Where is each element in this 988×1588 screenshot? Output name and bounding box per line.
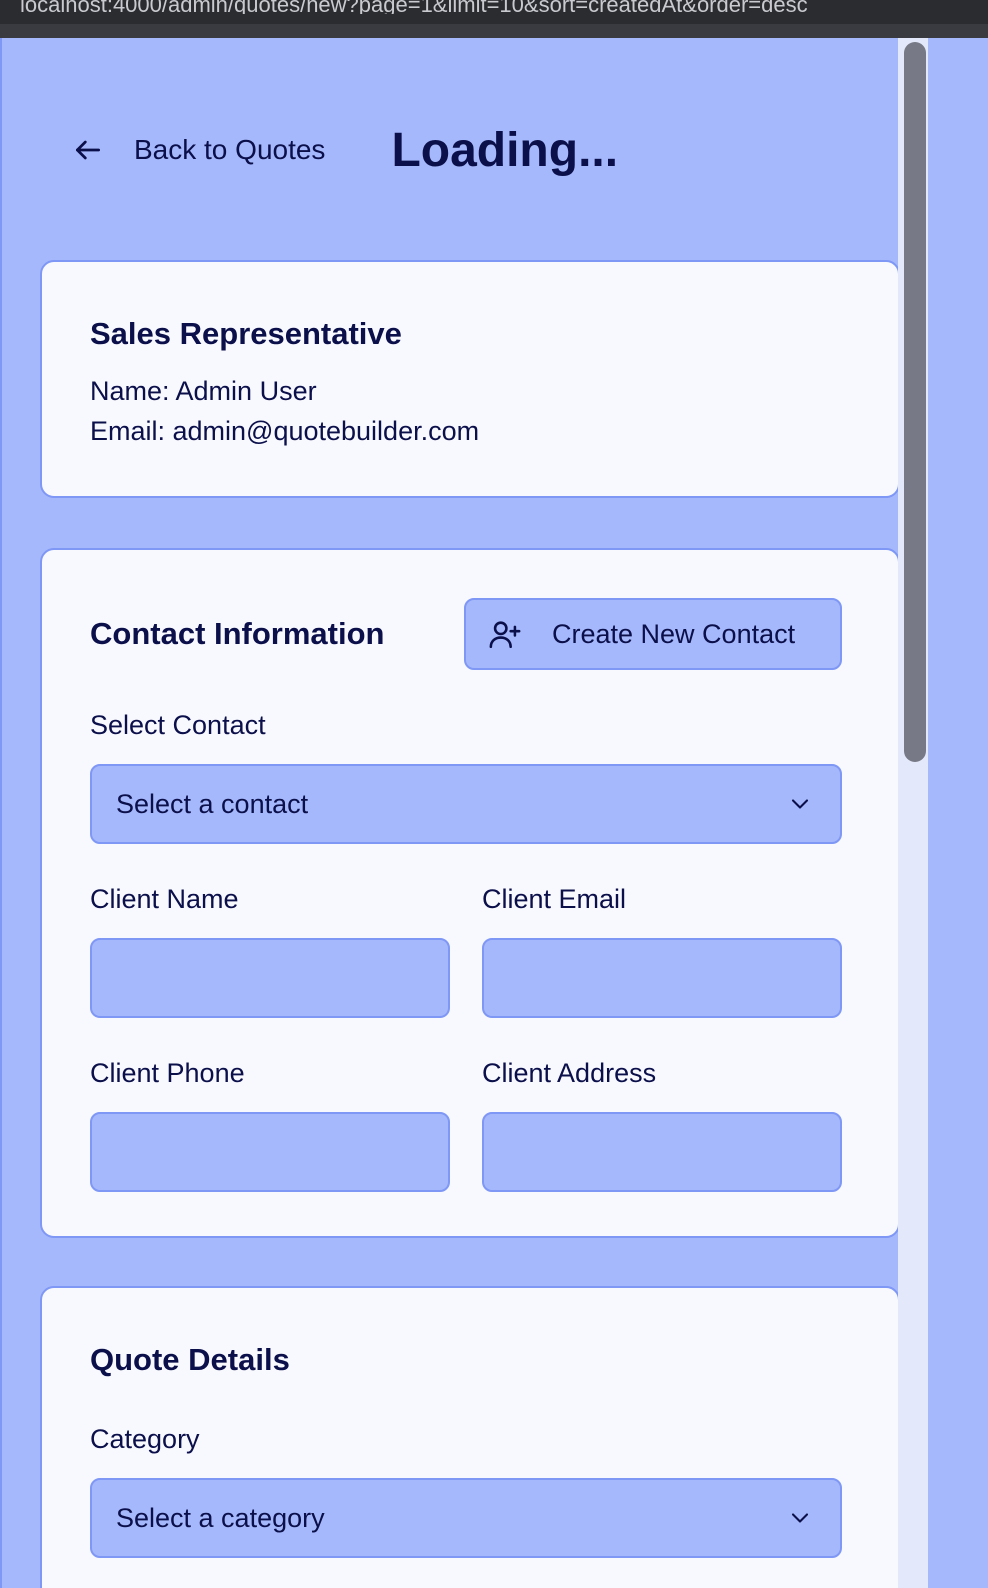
client-address-input[interactable]: [482, 1112, 842, 1192]
page-header: Back to Quotes Loading...: [72, 112, 618, 188]
client-address-label: Client Address: [482, 1058, 657, 1088]
category-value: Select a category: [116, 1502, 325, 1533]
category-label: Category: [90, 1424, 200, 1454]
category-dropdown[interactable]: Select a category: [90, 1478, 842, 1558]
create-new-contact-label: Create New Contact: [552, 618, 796, 649]
sales-representative-title: Sales Representative: [90, 316, 402, 351]
select-contact-dropdown[interactable]: Select a contact: [90, 764, 842, 844]
page-title: Loading...: [391, 123, 619, 177]
sales-rep-name: Name: Admin User: [90, 376, 317, 406]
chevron-down-icon: [791, 1513, 809, 1523]
select-contact-label: Select Contact: [90, 710, 266, 740]
sales-representative-card: Sales Representative Name: Admin User Em…: [40, 260, 898, 498]
client-name-input[interactable]: [90, 938, 450, 1018]
scrollbar-thumb[interactable]: [904, 42, 926, 762]
client-email-label: Client Email: [482, 884, 627, 914]
quote-details-title: Quote Details: [90, 1342, 290, 1377]
quote-details-card: Quote Details Category Select a category: [40, 1286, 898, 1588]
back-to-quotes-label: Back to Quotes: [134, 134, 326, 165]
user-plus-icon: [489, 621, 521, 649]
right-pane: [928, 38, 988, 1588]
browser-strip: [0, 24, 988, 38]
back-to-quotes-link[interactable]: Back to Quotes: [72, 134, 325, 166]
client-name-label: Client Name: [90, 884, 239, 914]
client-phone-label: Client Phone: [90, 1058, 245, 1088]
create-new-contact-button[interactable]: Create New Contact: [464, 598, 842, 670]
select-contact-value: Select a contact: [116, 788, 309, 819]
client-phone-input[interactable]: [90, 1112, 450, 1192]
page-viewport: Back to Quotes Loading... Sales Represen…: [0, 38, 898, 1588]
browser-top-bar: localhost:4000/admin/quotes/new?page=1&l…: [0, 0, 988, 38]
contact-information-card: Contact Information Create New Contact S…: [40, 548, 898, 1238]
sales-rep-email: Email: admin@quotebuilder.com: [90, 416, 480, 446]
chevron-down-icon: [791, 799, 809, 809]
client-email-input[interactable]: [482, 938, 842, 1018]
url-bar-text[interactable]: localhost:4000/admin/quotes/new?page=1&l…: [20, 0, 980, 14]
contact-information-title: Contact Information: [90, 616, 385, 651]
arrow-left-icon: [76, 140, 100, 160]
